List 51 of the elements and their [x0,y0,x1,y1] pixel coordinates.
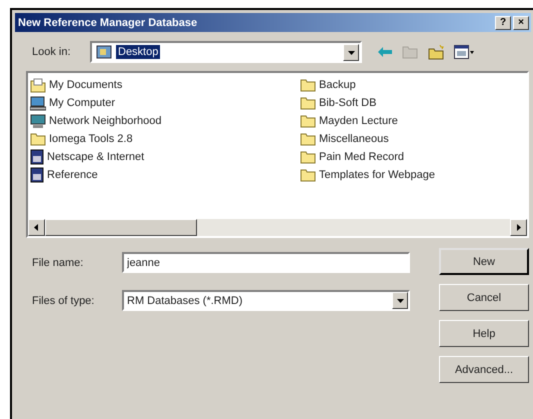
file-list-item[interactable]: Network Neighborhood [30,112,300,130]
look-in-label: Look in: [32,46,72,58]
dialog-button[interactable]: Help [439,320,529,347]
file-list-item[interactable]: Netscape & Internet [30,148,300,166]
file-name-field[interactable]: jeanne [122,252,410,273]
folder-icon [300,78,316,92]
folder-icon [300,96,316,110]
horizontal-scrollbar[interactable] [28,219,527,236]
file-list-item[interactable]: Iomega Tools 2.8 [30,130,300,148]
file-list-item[interactable]: Pain Med Record [300,148,525,166]
dialog-button[interactable]: Cancel [439,284,529,311]
program-group-icon [30,149,44,165]
right-arrow-icon [515,224,522,231]
look-in-dropdown[interactable]: Desktop [90,41,362,63]
dialog-button[interactable]: New [439,248,529,275]
network-icon [30,114,46,128]
file-list-item[interactable]: Backup [300,76,525,94]
new-folder-icon[interactable] [428,44,444,60]
view-menu-icon[interactable] [454,45,474,59]
program-group-icon [30,167,44,183]
file-list-item[interactable]: Reference [30,166,300,184]
computer-icon [30,96,46,110]
file-list-item[interactable]: Templates for Webpage [300,166,525,184]
folder-icon [30,132,46,146]
dropdown-button[interactable] [343,44,359,60]
folder-icon [300,114,316,128]
file-list-item[interactable]: My Documents [30,76,300,94]
folder-icon [300,132,316,146]
dropdown-arrow-icon [348,48,354,56]
dropdown-button[interactable] [392,292,408,309]
documents-folder-icon [30,78,46,92]
window-title: New Reference Manager Database [18,16,198,28]
left-arrow-icon [33,224,40,231]
file-list-item[interactable]: Bib-Soft DB [300,94,525,112]
close-button[interactable]: × [513,16,529,30]
file-list-item[interactable]: Miscellaneous [300,130,525,148]
file-list-item[interactable]: Mayden Lecture [300,112,525,130]
scroll-right-button[interactable] [510,219,527,236]
file-type-label: Files of type: [32,294,96,306]
file-name-label: File name: [32,256,84,268]
folder-icon [300,168,316,182]
dropdown-arrow-icon [396,297,404,304]
look-in-value: Desktop [116,45,160,59]
help-button[interactable]: ? [495,16,511,30]
folder-icon [300,150,316,164]
file-type-dropdown[interactable]: RM Databases (*.RMD) [122,290,410,311]
scroll-thumb[interactable] [45,219,197,236]
dialog-button[interactable]: Advanced... [439,356,529,383]
scroll-left-button[interactable] [28,219,45,236]
desktop-icon [96,44,112,60]
file-list-item[interactable]: My Computer [30,94,300,112]
